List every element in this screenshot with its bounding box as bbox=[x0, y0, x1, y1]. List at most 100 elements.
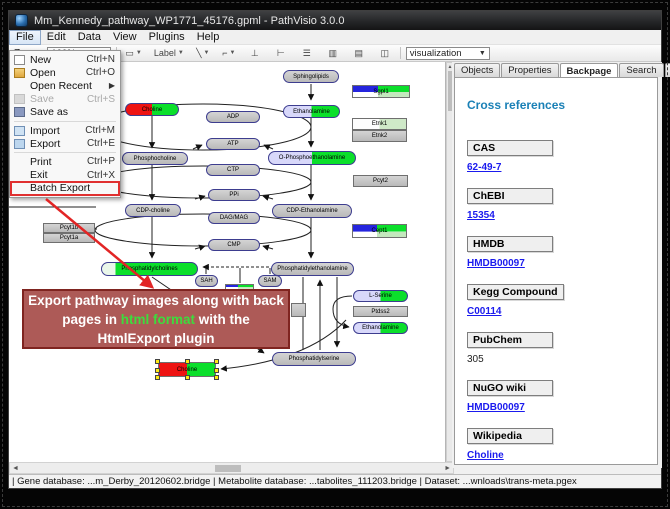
pathway-node-cmp[interactable]: CMP bbox=[208, 239, 260, 251]
common-height-button[interactable]: ◫ bbox=[375, 45, 395, 61]
pathway-node-sam[interactable]: SAM bbox=[258, 275, 282, 287]
xref-source-name: Kegg Compound bbox=[467, 284, 564, 300]
menubar-item-help[interactable]: Help bbox=[191, 30, 226, 44]
scroll-left-icon[interactable]: ◄ bbox=[10, 465, 19, 472]
xref-link[interactable]: HMDB00097 bbox=[467, 258, 645, 269]
menubar-item-data[interactable]: Data bbox=[72, 30, 107, 44]
xref-link[interactable]: HMDB00097 bbox=[467, 402, 645, 413]
pathway-node-ppi[interactable]: PPi bbox=[208, 189, 260, 201]
datanode-tool-icon: ▭ bbox=[125, 48, 134, 59]
tab-properties[interactable]: Properties bbox=[501, 63, 558, 77]
xref-section-wikipedia: Wikipedia Choline bbox=[467, 426, 645, 461]
pathway-node-ctp[interactable]: CTP bbox=[206, 164, 260, 176]
pathway-node-ethanolamine[interactable]: Ethanolamine bbox=[353, 322, 408, 334]
annotation-highlight: html format bbox=[121, 312, 195, 327]
pathway-node-pcyt1b[interactable]: Pcyt1b bbox=[43, 223, 95, 233]
line-tool-icon: ╲ bbox=[196, 48, 201, 59]
annotation-callout: Export pathway images along with back pa… bbox=[22, 289, 290, 349]
xref-link[interactable]: 62-49-7 bbox=[467, 162, 645, 173]
align-middle-icon: ⊢ bbox=[277, 48, 285, 59]
menubar-item-view[interactable]: View bbox=[107, 30, 143, 44]
pathway-node-cdp-choline[interactable]: CDP-choline bbox=[125, 204, 181, 217]
pathway-node-dag-mag[interactable]: DAG/MAG bbox=[208, 212, 260, 224]
visualization-combobox[interactable]: visualization ▼ bbox=[406, 47, 490, 60]
pathway-node-cept1[interactable]: Cept1 bbox=[352, 224, 407, 238]
distribute-vertical-button[interactable]: ☰ bbox=[297, 45, 317, 61]
file-menu-item-open-recent[interactable]: Open Recent▶ bbox=[11, 79, 119, 92]
menubar-item-file[interactable]: File bbox=[9, 30, 41, 45]
label-tool-button[interactable]: Label▼ bbox=[151, 45, 187, 61]
open-icon bbox=[14, 68, 25, 78]
line-tool-button[interactable]: ╲▼ bbox=[193, 45, 213, 61]
status-bar: | Gene database: ...m_Derby_20120602.bri… bbox=[9, 474, 661, 488]
xref-section-chebi: ChEBI 15354 bbox=[467, 186, 645, 221]
xref-link[interactable]: 15354 bbox=[467, 210, 645, 221]
align-middle-button[interactable]: ⊢ bbox=[271, 45, 291, 61]
toolbar-buttons: ▭▼ Label▼ ╲▼ ⌐▼ ⊥ ⊢ ☰ ▥ ▤ ◫ bbox=[122, 45, 394, 61]
distribute-horizontal-button[interactable]: ▥ bbox=[323, 45, 343, 61]
xref-source-name: Wikipedia bbox=[467, 428, 553, 444]
pathway-node-o-phosphoethanolamine[interactable]: O-Phosphoethanolamine bbox=[268, 151, 356, 165]
pathway-node-sgpl1[interactable]: Sgpl1 bbox=[352, 85, 410, 98]
pathway-node-cdp-ethanolamine[interactable]: CDP-Ethanolamine bbox=[272, 204, 352, 218]
pathway-node-ptdss2[interactable]: Ptdss2 bbox=[353, 306, 408, 317]
pathway-node-l-serine[interactable]: L-Serine bbox=[353, 290, 408, 302]
screenshot-stage: Mm_Kennedy_pathway_WP1771_45176.gpml - P… bbox=[0, 0, 670, 509]
distribute-horizontal-icon: ▥ bbox=[329, 48, 338, 59]
pathway-node-ethanolamine[interactable]: Ethanolamine bbox=[283, 105, 340, 118]
label-tool-icon: Label bbox=[154, 48, 176, 58]
pathway-node-pcyt2[interactable]: Pcyt2 bbox=[353, 175, 408, 187]
pathway-node-phosphatidylserine[interactable]: Phosphatidylserine bbox=[272, 352, 356, 366]
pathway-node-adp[interactable]: ADP bbox=[206, 111, 260, 123]
datanode-tool-button[interactable]: ▭▼ bbox=[122, 45, 144, 61]
connector-tool-button[interactable]: ⌐▼ bbox=[219, 45, 239, 61]
pathway-node-phosphatidylcholines[interactable]: Phosphatidylcholines bbox=[101, 262, 198, 276]
file-menu-item-save-as[interactable]: Save as bbox=[11, 106, 119, 119]
visualization-value: visualization bbox=[410, 48, 462, 59]
file-menu-item-new[interactable]: NewCtrl+N bbox=[11, 53, 119, 66]
pathway-node-etnk2[interactable]: Etnk2 bbox=[352, 130, 407, 142]
submenu-arrow-icon: ▶ bbox=[109, 81, 115, 90]
pathway-node-choline[interactable]: Choline bbox=[158, 362, 216, 377]
file-menu-item-print[interactable]: PrintCtrl+P bbox=[11, 155, 119, 168]
pathway-node-atp[interactable]: ATP bbox=[206, 138, 260, 150]
canvas-horizontal-scrollbar[interactable]: ◄ ► bbox=[9, 462, 454, 474]
align-center-button[interactable]: ⊥ bbox=[245, 45, 265, 61]
xref-section-nugo-wiki: NuGO wikiHMDB00097 bbox=[467, 378, 645, 413]
file-menu-item-import[interactable]: ImportCtrl+M bbox=[11, 124, 119, 137]
xref-section-hmdb: HMDBHMDB00097 bbox=[467, 234, 645, 269]
horizontal-scroll-thumb[interactable] bbox=[215, 465, 241, 472]
pathway-node-sah[interactable]: SAH bbox=[195, 275, 218, 287]
chevron-down-icon: ▼ bbox=[479, 50, 486, 57]
tab-search[interactable]: Search bbox=[619, 63, 663, 77]
tab-legend[interactable]: Legend bbox=[665, 63, 670, 77]
save-icon bbox=[14, 94, 25, 104]
menu-separator bbox=[14, 152, 116, 153]
menu-bar: FileEditDataViewPluginsHelp bbox=[9, 30, 661, 45]
import-icon bbox=[14, 126, 25, 136]
pathway-node-pcyt1a[interactable]: Pcyt1a bbox=[43, 233, 95, 243]
menubar-item-plugins[interactable]: Plugins bbox=[143, 30, 191, 44]
cross-references-list: CAS62-49-7ChEBI15354HMDBHMDB00097Kegg Co… bbox=[467, 138, 645, 461]
common-width-button[interactable]: ▤ bbox=[349, 45, 369, 61]
menubar-item-edit[interactable]: Edit bbox=[41, 30, 72, 44]
pathway-node-phosphocholine[interactable]: Phosphocholine bbox=[122, 152, 188, 165]
xref-section-kegg-compound: Kegg Compound C00114 bbox=[467, 282, 645, 317]
pathway-node-sphingolipids[interactable]: Sphingolipids bbox=[283, 70, 339, 83]
annotation-text: Export pathway images along with back pa… bbox=[28, 291, 284, 348]
file-menu-item-open[interactable]: OpenCtrl+O bbox=[11, 66, 119, 79]
file-menu-item-exit[interactable]: ExitCtrl+X bbox=[11, 169, 119, 182]
title-bar: Mm_Kennedy_pathway_WP1771_45176.gpml - P… bbox=[9, 11, 661, 30]
pathway-node-phosphatidylethanolamine[interactable]: Phosphatidylethanolamine bbox=[271, 262, 354, 276]
file-menu-item-batch-export[interactable]: Batch Export bbox=[11, 182, 119, 195]
pathway-node-etnk1[interactable]: Etnk1 bbox=[352, 118, 407, 130]
file-menu-item-export[interactable]: ExportCtrl+E bbox=[11, 137, 119, 150]
pathway-node-choline[interactable]: Choline bbox=[125, 103, 179, 116]
connector-tool-icon: ⌐ bbox=[222, 48, 227, 58]
backpage-content: Cross references CAS62-49-7ChEBI15354HMD… bbox=[454, 77, 658, 465]
pathway-node[interactable] bbox=[291, 303, 306, 317]
tab-objects[interactable]: Objects bbox=[454, 63, 500, 77]
xref-source-name: ChEBI bbox=[467, 188, 553, 204]
xref-link[interactable]: Choline bbox=[467, 450, 645, 461]
xref-link[interactable]: C00114 bbox=[467, 306, 645, 317]
